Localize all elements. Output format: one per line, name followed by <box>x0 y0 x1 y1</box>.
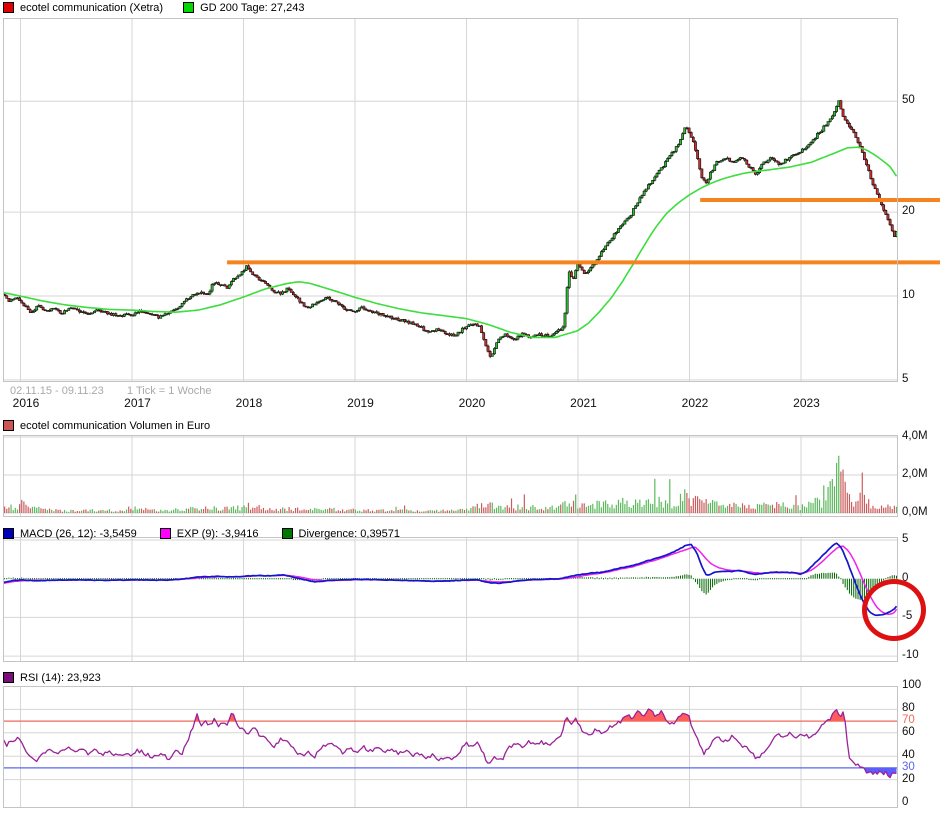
rsi-axis-tick: 60 <box>902 726 915 738</box>
macd-swatch-icon <box>3 528 14 539</box>
divergence-swatch-icon <box>282 528 293 539</box>
price-panel-legend: ecotel communication (Xetra) GD 200 Tage… <box>3 1 304 14</box>
rsi-label: RSI (14): 23,923 <box>20 672 101 684</box>
rsi-axis-tick: 30 <box>902 761 915 773</box>
price-axis-tick: 50 <box>902 94 915 106</box>
rsi-axis-tick: 40 <box>902 749 915 761</box>
gd200-legend: GD 200 Tage: 27,243 <box>183 2 304 14</box>
macd-panel-legend: MACD (26, 12): -3,5459 EXP (9): -3,9416 … <box>3 527 400 540</box>
macd-axis-tick: 5 <box>902 533 908 545</box>
volume-axis-tick: 4,0M <box>902 430 928 442</box>
gd200-label: GD 200 Tage: 27,243 <box>200 2 304 14</box>
price-series-swatch-icon <box>3 2 14 13</box>
divergence-legend: Divergence: 0,39571 <box>282 528 401 540</box>
divergence-label: Divergence: 0,39571 <box>299 528 401 540</box>
exp-label: EXP (9): -3,9416 <box>177 528 259 540</box>
rsi-axis-tick: 80 <box>902 702 915 714</box>
macd-label: MACD (26, 12): -3,5459 <box>20 528 137 540</box>
x-axis-year: 2019 <box>347 396 374 410</box>
volume-panel-legend: ecotel communication Volumen in Euro <box>3 419 210 432</box>
volume-swatch-icon <box>3 420 14 431</box>
volume-legend: ecotel communication Volumen in Euro <box>3 420 210 432</box>
rsi-axis-tick: 0 <box>902 796 908 808</box>
exp-swatch-icon <box>160 528 171 539</box>
x-axis-year: 2022 <box>682 396 709 410</box>
rsi-swatch-icon <box>3 672 14 683</box>
x-axis-year: 2020 <box>459 396 486 410</box>
x-axis-year: 2016 <box>13 396 40 410</box>
x-axis-year: 2017 <box>124 396 151 410</box>
exp-legend: EXP (9): -3,9416 <box>160 528 259 540</box>
price-axis-tick: 10 <box>902 289 915 301</box>
macd-legend: MACD (26, 12): -3,5459 <box>3 528 137 540</box>
volume-label: ecotel communication Volumen in Euro <box>20 420 210 432</box>
x-axis-year: 2021 <box>570 396 597 410</box>
gd200-swatch-icon <box>183 2 194 13</box>
price-axis-tick: 5 <box>902 373 908 385</box>
macd-axis-tick: -10 <box>902 649 919 661</box>
x-axis-year: 2023 <box>793 396 820 410</box>
rsi-legend: RSI (14): 23,923 <box>3 672 101 684</box>
price-series-label: ecotel communication (Xetra) <box>20 2 163 14</box>
volume-axis-tick: 2,0M <box>902 468 928 480</box>
rsi-axis-tick: 20 <box>902 773 915 785</box>
red-circle-annotation <box>862 579 926 641</box>
volume-axis-tick: 0,0M <box>902 506 928 518</box>
price-series-legend: ecotel communication (Xetra) <box>3 2 163 14</box>
x-axis-year: 2018 <box>236 396 263 410</box>
rsi-axis-tick: 70 <box>902 714 915 726</box>
chart-page: ecotel communication (Xetra) GD 200 Tage… <box>0 0 940 814</box>
rsi-axis-tick: 100 <box>902 679 921 691</box>
rsi-panel-legend: RSI (14): 23,923 <box>3 671 101 684</box>
price-axis-tick: 20 <box>902 205 915 217</box>
